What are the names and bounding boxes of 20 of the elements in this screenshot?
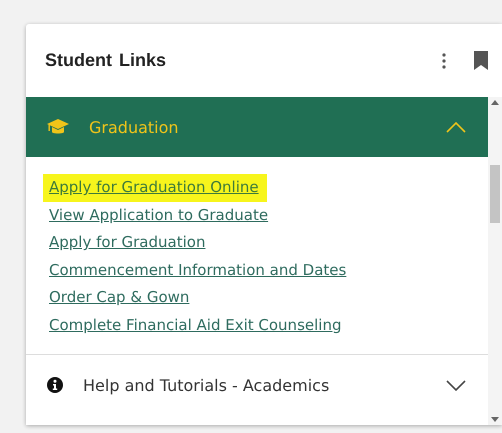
link[interactable]: Complete Financial Aid Exit Counseling (49, 312, 342, 339)
section-title: Help and Tutorials - Academics (83, 376, 330, 394)
card-title: Student Links (45, 50, 168, 71)
link[interactable]: Order Cap & Gown (49, 284, 190, 312)
chevron-down-icon (446, 380, 466, 390)
scrollbar-thumb[interactable] (490, 165, 500, 223)
graduation-cap-icon (47, 119, 69, 135)
scroll-up-icon[interactable] (491, 100, 499, 105)
link[interactable]: View Application to Graduate (49, 202, 268, 229)
section-header[interactable]: Graduation (26, 97, 488, 157)
link[interactable]: Apply for Graduation (49, 229, 206, 256)
link[interactable]: Apply for Graduation Online (43, 174, 267, 202)
info-icon (47, 377, 63, 393)
link[interactable]: Commencement Information and Dates (49, 256, 346, 284)
scroll-down-icon[interactable] (491, 417, 499, 422)
chevron-up-icon (446, 122, 466, 132)
bookmark-icon[interactable] (474, 51, 488, 70)
section-title: Graduation (89, 118, 180, 136)
more-options-icon[interactable] (442, 52, 446, 68)
scrollbar[interactable] (488, 97, 502, 425)
